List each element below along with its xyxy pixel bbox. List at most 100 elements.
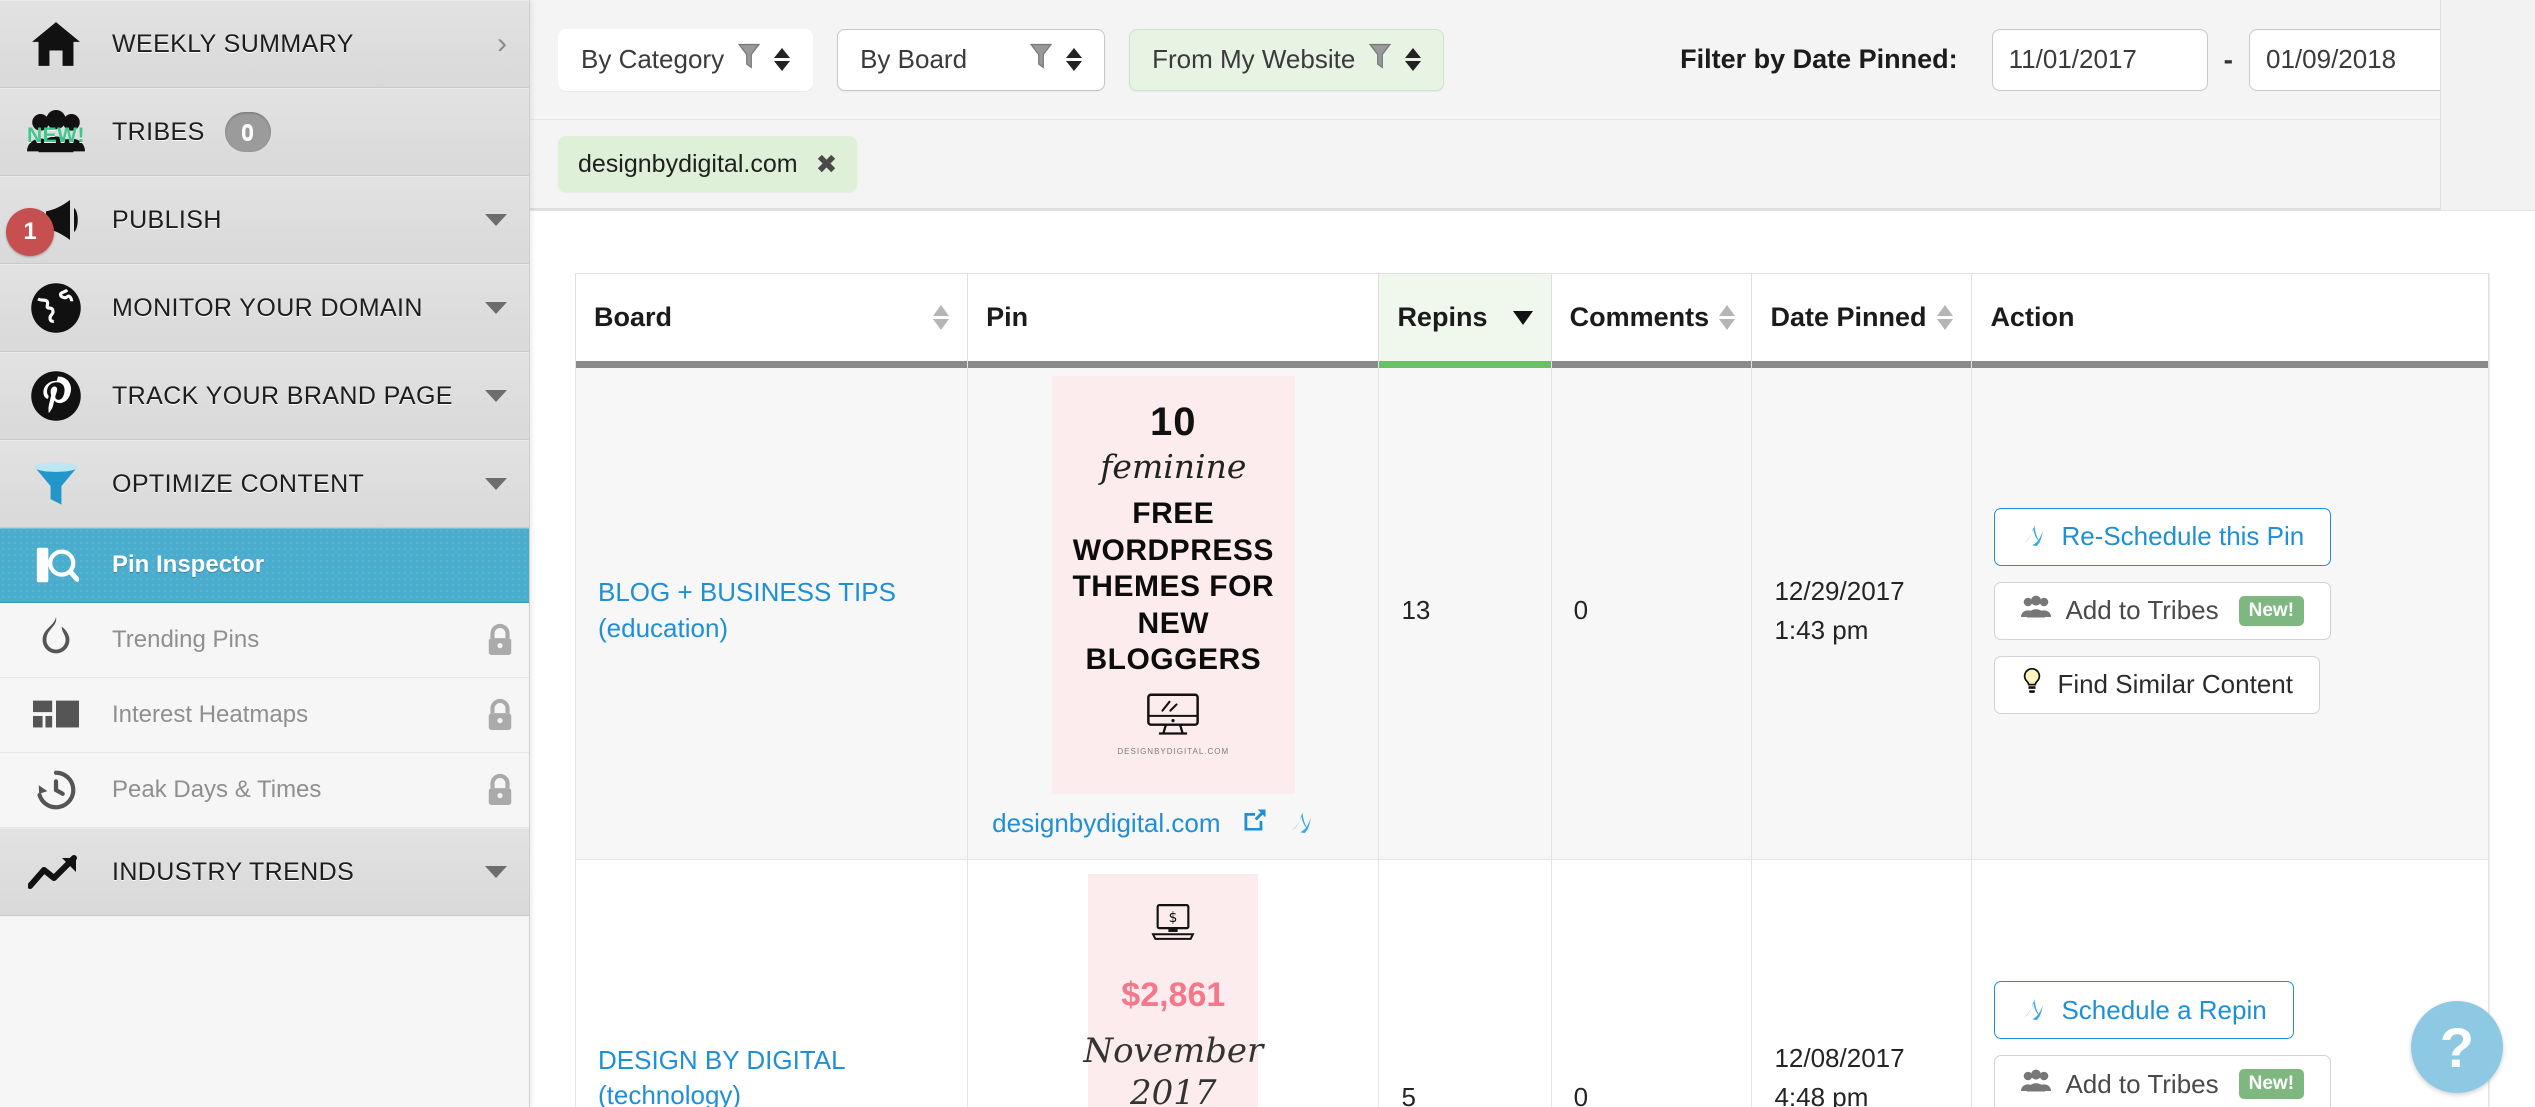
sidebar: WEEKLY SUMMARY › NEW! TRIBES 0 1 PUBLISH… bbox=[0, 0, 530, 1107]
cell-board: BLOG + BUSINESS TIPS (education) bbox=[574, 361, 969, 860]
sidebar-item-label: Pin Inspector bbox=[112, 551, 265, 578]
pin-script-month: November bbox=[1083, 1031, 1264, 1071]
sidebar-item-publish[interactable]: 1 PUBLISH bbox=[0, 176, 529, 264]
filter-label: By Category bbox=[581, 44, 725, 74]
close-icon[interactable]: ✖ bbox=[816, 151, 838, 177]
help-button[interactable]: ? bbox=[2411, 1001, 2503, 1093]
sidebar-item-weekly-summary[interactable]: WEEKLY SUMMARY › bbox=[0, 0, 529, 88]
board-category: (education) bbox=[598, 612, 729, 643]
external-link-icon[interactable] bbox=[1241, 806, 1269, 841]
pin-thumbnail[interactable]: $ $2,861 November 2017 bbox=[1083, 874, 1263, 1107]
tribes-group-icon bbox=[2021, 1069, 2052, 1100]
toolbar-right-gutter bbox=[2440, 0, 2535, 210]
sidebar-item-optimize-content[interactable]: OPTIMIZE CONTENT bbox=[0, 440, 529, 528]
cell-pin: 10 feminine FREE WORDPRESS THEMES FOR NE… bbox=[967, 361, 1380, 860]
cell-board: DESIGN BY DIGITAL (technology) bbox=[574, 859, 969, 1107]
sidebar-item-label: OPTIMIZE CONTENT bbox=[112, 469, 365, 498]
lock-icon bbox=[471, 623, 529, 657]
column-header-action: Action bbox=[1971, 273, 2489, 369]
find-similar-content-button[interactable]: Find Similar Content bbox=[1994, 655, 2320, 714]
funnel-icon bbox=[737, 43, 761, 76]
chevron-down-icon bbox=[485, 214, 507, 226]
column-header-board[interactable]: Board bbox=[574, 273, 969, 369]
flame-icon bbox=[0, 617, 112, 663]
repins-value: 13 bbox=[1401, 595, 1431, 625]
filter-chip-website: designbydigital.com ✖ bbox=[558, 136, 858, 192]
pin-table-wrapper: Board Pin Repins Comments Date Pinned Ac… bbox=[574, 273, 2490, 1107]
sidebar-item-label: MONITOR YOUR DOMAIN bbox=[112, 293, 423, 322]
cell-pin: $ $2,861 November 2017 bbox=[967, 859, 1380, 1107]
sidebar-item-interest-heatmaps[interactable]: Interest Heatmaps bbox=[0, 678, 529, 753]
tailwind-icon bbox=[2021, 993, 2047, 1028]
date-value: 12/29/2017 bbox=[1774, 575, 1905, 606]
date-from-input[interactable] bbox=[1991, 28, 2208, 91]
sidebar-item-monitor-your-domain[interactable]: MONITOR YOUR DOMAIN bbox=[0, 264, 529, 352]
sidebar-item-trending-pins[interactable]: Trending Pins bbox=[0, 603, 529, 678]
lock-icon bbox=[471, 773, 529, 807]
sidebar-item-label: Interest Heatmaps bbox=[112, 701, 309, 728]
re-schedule-this-pin-button[interactable]: Re-Schedule this Pin bbox=[1994, 507, 2332, 566]
sidebar-item-label: Trending Pins bbox=[112, 626, 260, 653]
pinterest-icon bbox=[0, 369, 112, 423]
time-value: 4:48 pm bbox=[1774, 1082, 1869, 1107]
filter-by-board-dropdown[interactable]: By Board bbox=[837, 28, 1106, 91]
pin-source-link[interactable]: designbydigital.com bbox=[992, 808, 1220, 839]
board-name: BLOG + BUSINESS TIPS bbox=[598, 577, 896, 608]
sidebar-item-label: Peak Days & Times bbox=[112, 776, 322, 803]
date-to-input[interactable] bbox=[2249, 28, 2465, 91]
add-to-tribes-button[interactable]: Add to Tribes New! bbox=[1994, 581, 2332, 640]
sidebar-item-industry-trends[interactable]: INDUSTRY TRENDS bbox=[0, 828, 529, 916]
question-mark-icon: ? bbox=[2439, 1015, 2475, 1079]
date-filter-label: Filter by Date Pinned: bbox=[1680, 44, 1958, 74]
pin-thumbnail[interactable]: 10 feminine FREE WORDPRESS THEMES FOR NE… bbox=[1051, 376, 1295, 794]
date-value: 12/08/2017 bbox=[1774, 1043, 1905, 1073]
cell-comments: 0 bbox=[1550, 859, 1753, 1107]
board-link[interactable]: DESIGN BY DIGITAL (technology) bbox=[598, 1043, 945, 1107]
sidebar-item-label: TRACK YOUR BRAND PAGE bbox=[112, 381, 453, 410]
comments-value: 0 bbox=[1573, 1082, 1589, 1107]
pin-amount: $2,861 bbox=[1121, 976, 1226, 1014]
trend-arrow-icon bbox=[0, 852, 112, 892]
filter-from-my-website-dropdown[interactable]: From My Website bbox=[1129, 28, 1445, 91]
publish-notification-badge: 1 bbox=[6, 208, 54, 256]
sidebar-item-peak-days-times[interactable]: Peak Days & Times bbox=[0, 753, 529, 828]
date-filter-group: Filter by Date Pinned: - bbox=[1680, 28, 2495, 91]
sort-arrows-icon bbox=[933, 305, 950, 330]
repins-value: 5 bbox=[1401, 1082, 1416, 1107]
filter-toolbar: By Category By Board From My Website Fil… bbox=[530, 0, 2535, 120]
column-header-comments[interactable]: Comments bbox=[1550, 273, 1753, 369]
sort-updown-icon bbox=[1066, 48, 1083, 71]
column-header-date-pinned[interactable]: Date Pinned bbox=[1751, 273, 1973, 369]
column-header-repins[interactable]: Repins bbox=[1378, 273, 1552, 369]
column-label: Comments bbox=[1569, 302, 1710, 332]
sidebar-item-label: INDUSTRY TRENDS bbox=[112, 857, 355, 886]
schedule-a-repin-button[interactable]: Schedule a Repin bbox=[1994, 981, 2294, 1039]
board-link[interactable]: BLOG + BUSINESS TIPS (education) bbox=[598, 575, 945, 645]
column-label: Action bbox=[1990, 302, 2075, 332]
sidebar-item-pin-inspector[interactable]: Pin Inspector bbox=[0, 528, 529, 603]
button-label: Schedule a Repin bbox=[2061, 994, 2267, 1025]
active-filter-chips: designbydigital.com ✖ bbox=[530, 120, 2535, 210]
column-label: Repins bbox=[1397, 302, 1488, 332]
funnel-icon bbox=[1369, 43, 1392, 76]
time-value: 1:43 pm bbox=[1774, 614, 1869, 645]
pin-inspector-table: Board Pin Repins Comments Date Pinned Ac… bbox=[574, 273, 2489, 1107]
sidebar-item-label: TRIBES bbox=[112, 117, 205, 146]
funnel-icon bbox=[0, 458, 112, 510]
tailwind-icon[interactable] bbox=[1289, 806, 1315, 841]
pin-table-panel: Board Pin Repins Comments Date Pinned Ac… bbox=[530, 210, 2535, 1107]
chevron-down-icon bbox=[485, 478, 507, 490]
column-header-pin: Pin bbox=[967, 273, 1380, 369]
pin-watermark: DESIGNBYDIGITAL.COM bbox=[1117, 746, 1230, 756]
funnel-icon bbox=[1029, 43, 1053, 76]
cell-comments: 0 bbox=[1550, 361, 1753, 860]
filter-by-category-dropdown[interactable]: By Category bbox=[558, 28, 814, 91]
sidebar-item-track-your-brand-page[interactable]: TRACK YOUR BRAND PAGE bbox=[0, 352, 529, 440]
add-to-tribes-button[interactable]: Add to Tribes New! bbox=[1994, 1055, 2332, 1107]
sidebar-item-tribes[interactable]: NEW! TRIBES 0 bbox=[0, 88, 529, 176]
app-root: WEEKLY SUMMARY › NEW! TRIBES 0 1 PUBLISH… bbox=[0, 0, 2535, 1107]
pin-script-year: 2017 bbox=[1130, 1073, 1217, 1107]
cell-date-pinned: 12/08/2017 4:48 pm bbox=[1751, 859, 1973, 1107]
cell-repins: 5 bbox=[1378, 859, 1552, 1107]
sort-updown-icon bbox=[774, 48, 791, 71]
